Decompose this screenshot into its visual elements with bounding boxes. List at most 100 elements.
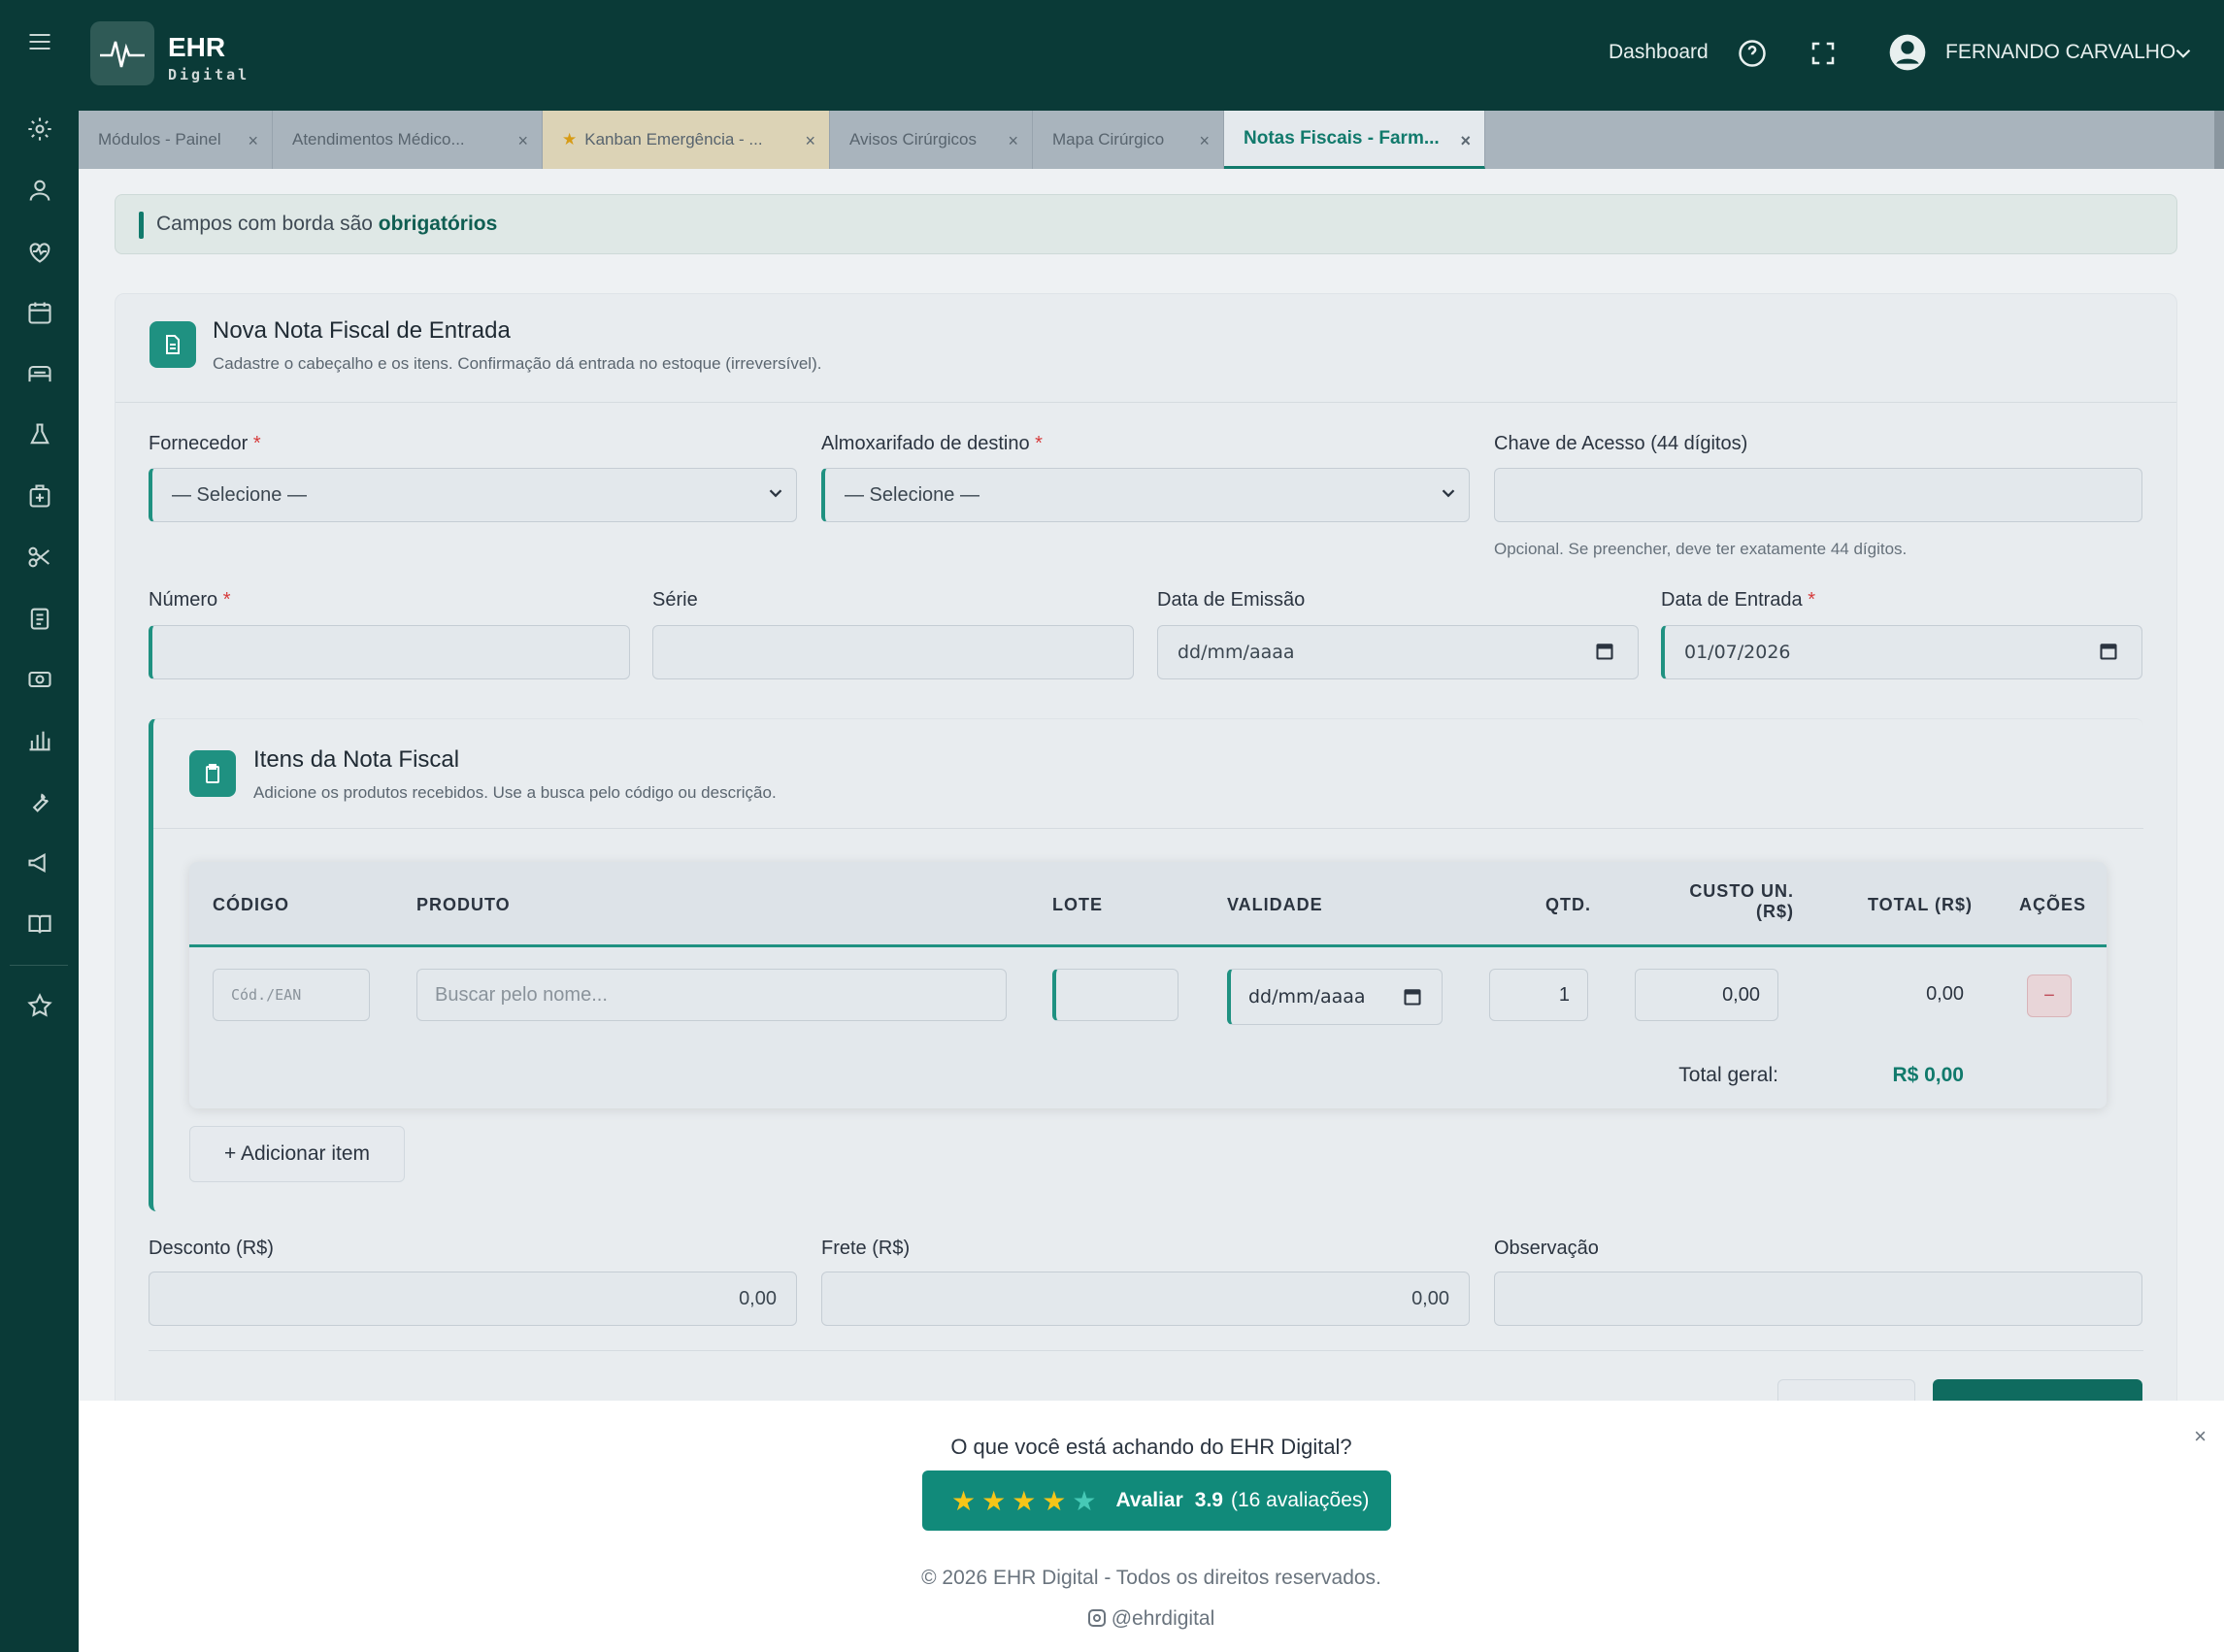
almoxarifado-select[interactable]: — Selecione — <box>821 468 1470 522</box>
serie-input[interactable] <box>652 625 1134 679</box>
clipboard-list-icon[interactable] <box>21 600 58 637</box>
notice-bar <box>139 212 144 239</box>
gear-icon[interactable] <box>21 111 58 148</box>
observacao-label: Observação <box>1494 1238 1599 1259</box>
numero-input[interactable] <box>149 625 630 679</box>
close-icon[interactable]: × <box>1008 131 1018 151</box>
calendar-icon[interactable] <box>2099 642 2118 661</box>
star-icon[interactable] <box>21 987 58 1024</box>
scrollbar[interactable] <box>2214 111 2224 169</box>
desconto-label: Desconto (R$) <box>149 1238 274 1259</box>
entrada-date-input[interactable]: 01/07/2026 <box>1661 625 2142 679</box>
tab-label: Kanban Emergência - ... <box>584 130 763 149</box>
tab-modulos[interactable]: Módulos - Painel × <box>79 111 273 169</box>
qtd-input[interactable]: 1 <box>1489 969 1588 1021</box>
items-title: Itens da Nota Fiscal <box>253 746 460 773</box>
items-table: CÓDIGO PRODUTO LOTE VALIDADE QTD. CUSTO … <box>189 862 2107 1108</box>
tab-kanban[interactable]: ★ Kanban Emergência - ... × <box>543 111 830 169</box>
top-bar: EHR Digital Dashboard FERNANDO CARVALHO <box>79 0 2224 111</box>
observacao-input[interactable] <box>1494 1272 2142 1326</box>
bed-icon[interactable] <box>21 355 58 392</box>
total-geral-value: R$ 0,00 <box>1892 1064 1964 1086</box>
remove-item-button[interactable]: − <box>2027 975 2072 1017</box>
lote-input[interactable] <box>1052 969 1178 1021</box>
book-icon[interactable] <box>21 906 58 942</box>
sidebar <box>0 0 79 1652</box>
clipboard-icon <box>189 750 236 797</box>
custo-input[interactable]: 0,00 <box>1635 969 1778 1021</box>
form-divider <box>149 1350 2143 1351</box>
medkit-icon[interactable] <box>21 478 58 514</box>
feedback-question: O que você está achando do EHR Digital? <box>950 1435 1352 1459</box>
close-icon[interactable]: × <box>1460 131 1471 151</box>
user-icon[interactable] <box>21 172 58 209</box>
col-codigo: CÓDIGO <box>213 895 290 914</box>
col-acoes: AÇÕES <box>2019 895 2087 914</box>
dashboard-link[interactable]: Dashboard <box>1609 41 1709 64</box>
star-icon: ★ <box>562 130 578 149</box>
heart-pulse-icon[interactable] <box>21 233 58 270</box>
flask-icon[interactable] <box>21 416 58 453</box>
tab-atendimentos[interactable]: Atendimentos Médico... × <box>273 111 543 169</box>
col-lote: LOTE <box>1052 895 1103 914</box>
tab-label: Mapa Cirúrgico <box>1052 130 1165 149</box>
emissao-date-input[interactable]: dd/mm/aaaa <box>1157 625 1639 679</box>
card-header: Nova Nota Fiscal de Entrada Cadastre o c… <box>116 294 2176 403</box>
col-qtd: QTD. <box>1545 895 1591 914</box>
logo-icon[interactable] <box>90 21 154 85</box>
rating-stars-icon: ★★★★★ <box>951 1485 1103 1516</box>
codigo-input[interactable]: Cód./EAN <box>213 969 370 1021</box>
scissors-icon[interactable] <box>21 539 58 576</box>
user-name[interactable]: FERNANDO CARVALHO <box>1945 41 2175 64</box>
fullscreen-icon[interactable] <box>1809 39 1838 68</box>
rate-button[interactable]: ★★★★★ Avaliar 3.9 (16 avaliações) <box>922 1470 1391 1531</box>
instagram-icon <box>1087 1609 1106 1627</box>
calendar-icon[interactable] <box>1595 642 1614 661</box>
close-icon[interactable]: × <box>1199 131 1210 151</box>
money-icon[interactable] <box>21 661 58 698</box>
tab-avisos[interactable]: Avisos Cirúrgicos × <box>830 111 1033 169</box>
menu-icon[interactable] <box>21 23 58 60</box>
instagram-link[interactable]: @ehrdigital <box>79 1607 2224 1631</box>
add-item-button[interactable]: + Adicionar item <box>189 1126 405 1182</box>
tab-label: Atendimentos Médico... <box>292 130 465 149</box>
help-icon[interactable] <box>1738 39 1767 68</box>
bar-chart-icon[interactable] <box>21 722 58 759</box>
calendar-icon[interactable] <box>21 294 58 331</box>
fornecedor-select[interactable]: — Selecione — <box>149 468 797 522</box>
form-subtitle: Cadastre o cabeçalho e os itens. Confirm… <box>213 354 822 373</box>
frete-label: Frete (R$) <box>821 1238 911 1259</box>
tab-bar: Módulos - Painel × Atendimentos Médico...… <box>79 111 2224 169</box>
tab-mapa[interactable]: Mapa Cirúrgico × <box>1033 111 1224 169</box>
megaphone-icon[interactable] <box>21 844 58 881</box>
numero-label: Número * <box>149 589 231 611</box>
calendar-icon[interactable] <box>1403 987 1422 1007</box>
chave-input[interactable] <box>1494 468 2142 522</box>
wrench-icon[interactable] <box>21 783 58 820</box>
close-icon[interactable]: × <box>248 131 258 151</box>
table-header: CÓDIGO PRODUTO LOTE VALIDADE QTD. CUSTO … <box>189 862 2107 947</box>
close-icon[interactable]: × <box>517 131 528 151</box>
validade-date-input[interactable]: dd/mm/aaaa <box>1227 969 1443 1025</box>
frete-input[interactable]: 0,00 <box>821 1272 1470 1326</box>
col-produto: PRODUTO <box>416 895 511 914</box>
tab-label: Notas Fiscais - Farm... <box>1244 127 1440 149</box>
close-icon[interactable]: × <box>2194 1424 2207 1449</box>
col-total: TOTAL (R$) <box>1868 895 1973 914</box>
tab-label: Módulos - Painel <box>98 130 221 149</box>
tab-notas-fiscais[interactable]: Notas Fiscais - Farm... × <box>1224 111 1485 169</box>
rate-label: Avaliar <box>1115 1489 1183 1511</box>
produto-search-input[interactable]: Buscar pelo nome... <box>416 969 1007 1021</box>
chave-hint: Opcional. Se preencher, deve ter exatame… <box>1494 540 1908 558</box>
rating-count: (16 avaliações) <box>1230 1489 1370 1511</box>
desconto-input[interactable]: 0,00 <box>149 1272 797 1326</box>
close-icon[interactable]: × <box>805 131 815 151</box>
sidebar-divider <box>10 965 68 966</box>
tab-label: Avisos Cirúrgicos <box>849 130 978 149</box>
avatar[interactable] <box>1888 33 1927 72</box>
copyright: © 2026 EHR Digital - Todos os direitos r… <box>921 1567 1381 1589</box>
col-custo: CUSTO UN. (R$) <box>1689 881 1794 921</box>
items-divider <box>153 828 2143 829</box>
chevron-down-icon[interactable] <box>2171 41 2196 66</box>
total-geral-label: Total geral: <box>1678 1064 1778 1086</box>
